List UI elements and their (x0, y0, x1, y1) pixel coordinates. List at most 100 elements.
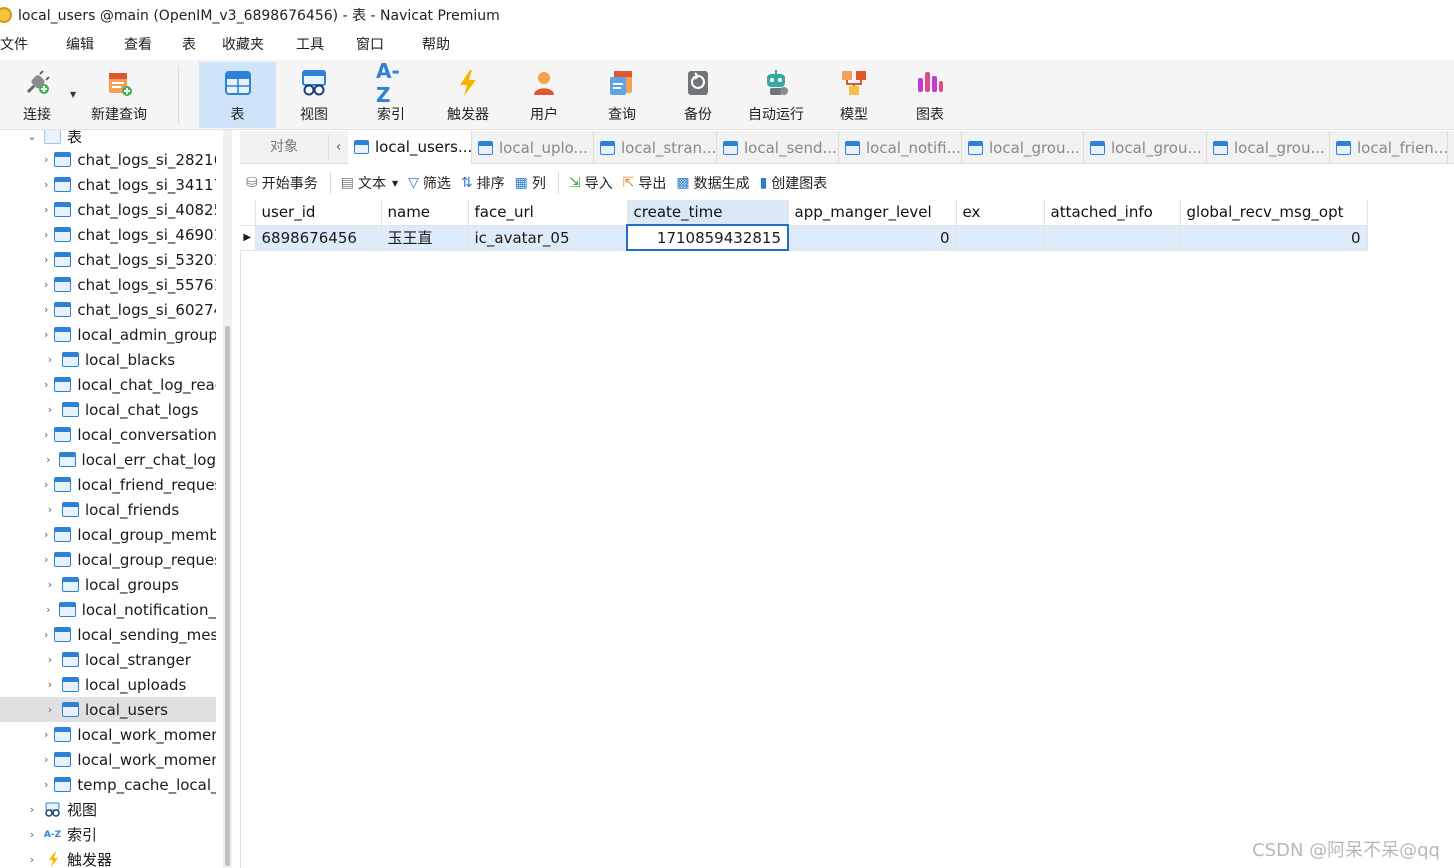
tree-item-table[interactable]: › chat_logs_si_28216 (0, 147, 216, 172)
tab-scroll-left-icon[interactable]: ‹ (328, 134, 348, 161)
automation-button[interactable]: 自动运行 (742, 62, 810, 128)
data-generation-button[interactable]: ▩ 数据生成 (676, 166, 749, 200)
new-query-button[interactable]: 新建查询 (86, 62, 152, 128)
menu-edit[interactable]: 编辑 (36, 30, 102, 60)
tree-group-views[interactable]: › 视图 (0, 797, 216, 822)
column-header[interactable]: create_time (627, 200, 789, 226)
chevron-right-icon[interactable]: › (44, 428, 48, 441)
grid-cell[interactable]: 0 (788, 225, 957, 251)
tree-item-table[interactable]: › chat_logs_si_53201 (0, 247, 216, 272)
chevron-right-icon[interactable]: › (26, 853, 38, 866)
query-button[interactable]: 查询 (594, 62, 650, 128)
tree-item-table[interactable]: › local_chat_log_reaction (0, 372, 216, 397)
tab-table[interactable]: local_grou... (1207, 131, 1330, 164)
model-button[interactable]: 模型 (826, 62, 882, 128)
column-header[interactable]: attached_info (1044, 200, 1181, 226)
chevron-right-icon[interactable]: › (44, 453, 53, 466)
menu-favorites[interactable]: 收藏夹 (204, 30, 272, 60)
chevron-right-icon[interactable]: › (44, 253, 48, 266)
chevron-right-icon[interactable]: › (44, 278, 48, 291)
menu-table[interactable]: 表 (160, 30, 204, 60)
create-chart-button[interactable]: ▮ 创建图表 (760, 166, 828, 200)
grid-cell[interactable]: 玉王直 (381, 225, 469, 251)
tree-item-table[interactable]: › chat_logs_si_46901 (0, 222, 216, 247)
tree-item-table[interactable]: › local_conversation (0, 422, 216, 447)
tree-item-table[interactable]: › local_groups (0, 572, 216, 597)
grid-cell[interactable] (956, 225, 1045, 251)
connect-dropdown-icon[interactable]: ▼ (70, 90, 76, 99)
sort-button[interactable]: ⇅ 排序 (461, 166, 505, 200)
chevron-right-icon[interactable]: › (44, 378, 48, 391)
tree-item-table[interactable]: › local_friends (0, 497, 216, 522)
column-header[interactable]: face_url (468, 200, 628, 226)
user-button[interactable]: 用户 (516, 62, 572, 128)
import-button[interactable]: ⇲ 导入 (569, 166, 613, 200)
tree-item-table[interactable]: › local_admin_group (0, 322, 216, 347)
grid-cell-focused[interactable]: 1710859432815 (626, 224, 789, 251)
tree-scrollbar[interactable] (223, 130, 232, 868)
export-button[interactable]: ⇱ 导出 (623, 166, 667, 200)
tree-item-table[interactable]: › local_chat_logs (0, 397, 216, 422)
tab-table[interactable]: local_uplo... (472, 131, 594, 164)
chevron-down-icon[interactable]: ▼ (392, 179, 398, 188)
tree-item-table[interactable]: › local_uploads (0, 672, 216, 697)
chevron-right-icon[interactable]: › (44, 328, 48, 341)
menu-window[interactable]: 窗口 (332, 30, 392, 60)
menu-file[interactable]: 文件 (0, 30, 36, 60)
chevron-right-icon[interactable]: › (44, 203, 48, 216)
grid-cell[interactable]: ic_avatar_05 (468, 225, 628, 251)
tab-table[interactable]: local_grou... (962, 131, 1084, 164)
tree-item-table[interactable]: › local_work_moments (0, 722, 216, 747)
backup-button[interactable]: 备份 (670, 62, 726, 128)
columns-button[interactable]: ▦ 列 (515, 166, 546, 200)
text-button[interactable]: ▤ 文本 ▼ (341, 166, 398, 200)
connect-button[interactable]: 连接 (12, 62, 62, 128)
grid-cell[interactable] (1044, 225, 1181, 251)
tree-item-table[interactable]: › chat_logs_si_55761 (0, 272, 216, 297)
chevron-right-icon[interactable]: › (44, 178, 48, 191)
chevron-right-icon[interactable]: › (44, 728, 48, 741)
tree-item-table[interactable]: › chat_logs_si_60274 (0, 297, 216, 322)
menu-view[interactable]: 查看 (102, 30, 160, 60)
column-header[interactable]: name (381, 200, 469, 226)
tree-item-table[interactable]: › local_group_request (0, 547, 216, 572)
chevron-right-icon[interactable]: › (44, 353, 56, 366)
scrollbar-thumb[interactable] (225, 326, 230, 866)
column-header[interactable]: user_id (255, 200, 382, 226)
chart-button[interactable]: 图表 (902, 62, 958, 128)
chevron-right-icon[interactable]: › (44, 228, 48, 241)
trigger-button[interactable]: 触发器 (436, 62, 500, 128)
chevron-right-icon[interactable]: › (44, 678, 56, 691)
chevron-right-icon[interactable]: › (26, 828, 38, 841)
chevron-right-icon[interactable]: › (44, 778, 48, 791)
grid-cell[interactable]: 0 (1180, 225, 1368, 251)
chevron-right-icon[interactable]: › (26, 803, 38, 816)
grid-cell[interactable]: 6898676456 (255, 225, 382, 251)
tree-item-table[interactable]: › local_stranger (0, 647, 216, 672)
view-button[interactable]: 视图 (284, 62, 344, 128)
tab-table[interactable]: local_send... (717, 131, 839, 164)
index-button[interactable]: A-Z 索引 (362, 59, 420, 128)
chevron-right-icon[interactable]: › (44, 628, 48, 641)
table-button[interactable]: 表 (199, 62, 276, 128)
menu-tools[interactable]: 工具 (272, 30, 332, 60)
tree-item-table[interactable]: › local_work_moments_ (0, 747, 216, 772)
tree-group-triggers[interactable]: › 触发器 (0, 847, 216, 868)
chevron-right-icon[interactable]: › (44, 503, 56, 516)
tree-group-indexes[interactable]: › A-Z 索引 (0, 822, 216, 847)
chevron-right-icon[interactable]: › (44, 753, 48, 766)
tree-item-table[interactable]: › local_group_member (0, 522, 216, 547)
tree-item-table[interactable]: › temp_cache_local_ (0, 772, 216, 797)
chevron-right-icon[interactable]: › (44, 478, 48, 491)
tree-item-table[interactable]: › local_err_chat_log (0, 447, 216, 472)
column-header[interactable]: app_manger_level (788, 200, 957, 226)
chevron-down-icon[interactable]: ⌄ (26, 130, 38, 143)
chevron-right-icon[interactable]: › (44, 403, 56, 416)
chevron-right-icon[interactable]: › (44, 653, 56, 666)
tab-objects[interactable]: 对象 (240, 131, 328, 164)
tree-item-table[interactable]: › local_sending_messages (0, 622, 216, 647)
tab-table[interactable]: local_notifi... (839, 131, 962, 164)
table-row[interactable]: ▶ 6898676456 玉王直 ic_avatar_05 1710859432… (240, 224, 1368, 251)
tab-table[interactable]: local_stran... (594, 131, 717, 164)
column-header[interactable]: ex (956, 200, 1045, 226)
